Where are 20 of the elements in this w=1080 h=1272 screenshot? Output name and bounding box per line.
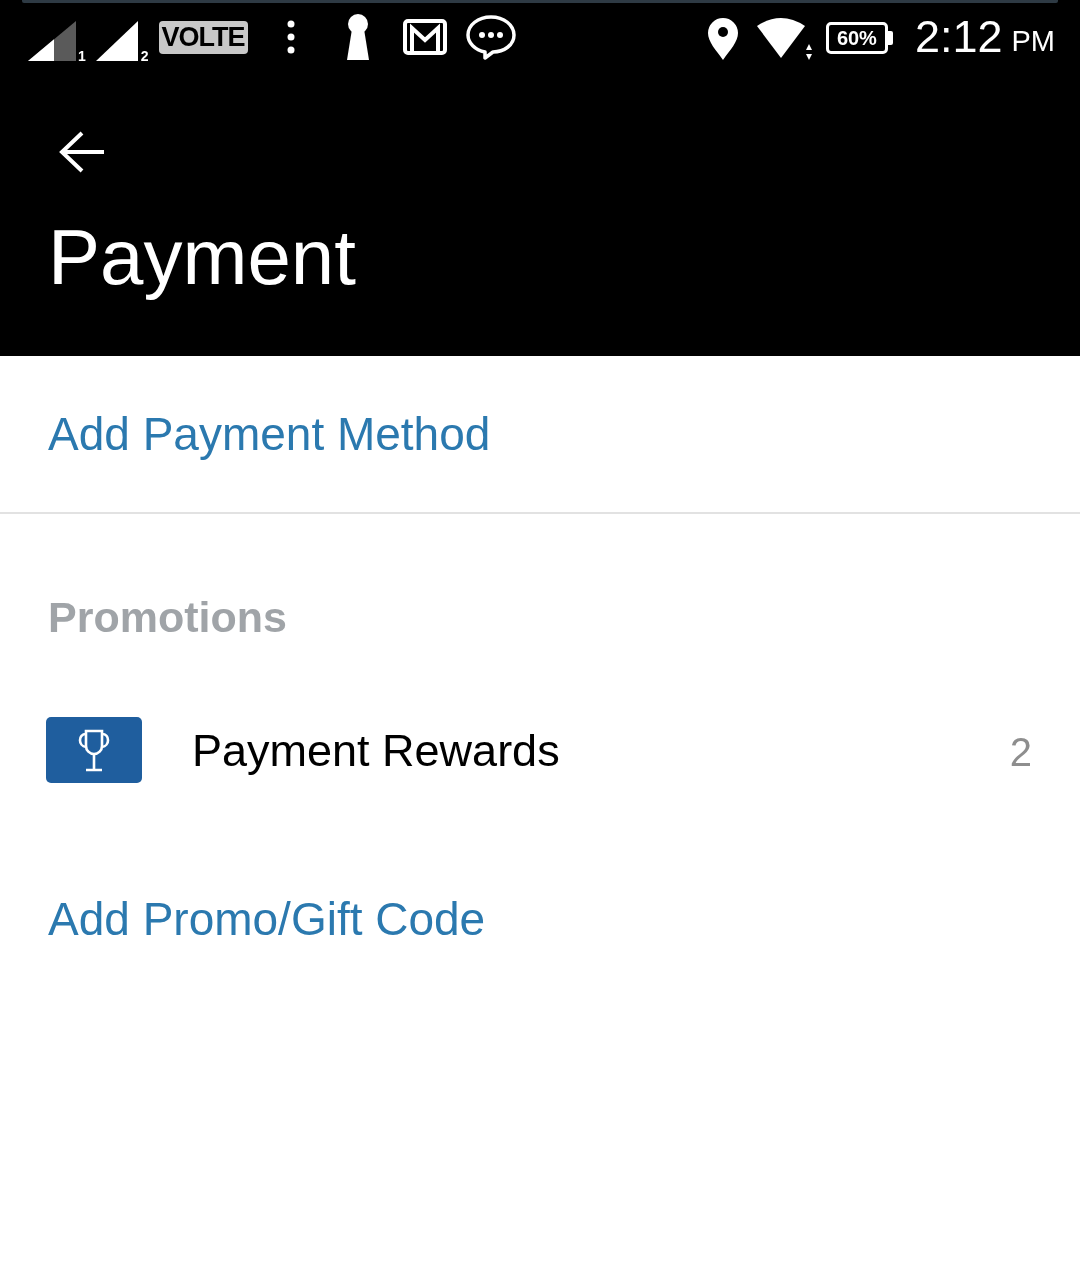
signal-icon xyxy=(95,20,138,61)
location-pin-icon xyxy=(705,16,740,61)
trophy-icon xyxy=(46,717,142,783)
wifi-icon xyxy=(756,15,813,62)
chat-bubble-icon xyxy=(464,13,517,60)
clock-period: PM xyxy=(1011,27,1055,56)
section-heading: Promotions xyxy=(48,596,287,639)
sim-number: 1 xyxy=(78,48,86,63)
battery-cap-icon xyxy=(887,30,893,45)
mail-icon xyxy=(402,18,447,55)
volte-indicator: VOLTE xyxy=(158,21,248,54)
add-promo-code-link[interactable]: Add Promo/Gift Code xyxy=(48,893,486,945)
clock-time: 2:12 xyxy=(914,14,1003,59)
battery-level: 60% xyxy=(825,21,888,54)
signal-icon xyxy=(28,20,76,61)
item-count: 2 xyxy=(1009,732,1032,772)
sim-number: 2 xyxy=(140,48,149,63)
back-arrow-icon xyxy=(58,130,106,174)
payment-rewards-item[interactable]: Payment Rewards xyxy=(192,727,560,773)
more-vertical-icon xyxy=(285,19,296,54)
